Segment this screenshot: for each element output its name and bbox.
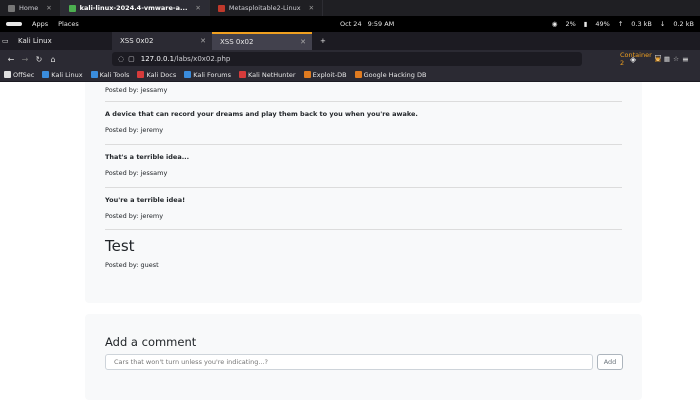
forward-icon[interactable]: → [18, 55, 32, 64]
url-bar[interactable]: ◌ ▢ 127.0.0.1 /labs/x0x02.php Container … [112, 51, 679, 67]
post-author: Posted by: guest [105, 261, 159, 269]
vm-running-icon [68, 4, 76, 12]
offsec-icon [4, 71, 11, 78]
tab-label: XSS 0x02 [120, 37, 154, 45]
reload-icon[interactable]: ↻ [32, 55, 46, 64]
tab-xss-1[interactable]: XSS 0x02 ✕ [112, 32, 212, 50]
bookmark-kali-forums[interactable]: Kali Forums [184, 71, 231, 79]
vm-tab-home[interactable]: Home ✕ [0, 0, 61, 16]
battery-icon: ▮ [583, 20, 588, 28]
panel-apps-menu[interactable]: Apps [32, 20, 48, 28]
cpu-icon: ◉ [551, 20, 558, 28]
net-upload: 0.3 kB [631, 20, 652, 28]
divider [105, 229, 622, 230]
add-comment-button[interactable]: Add [597, 354, 623, 370]
post: Posted by: jessamy [105, 86, 622, 94]
container-badge[interactable]: Container 2 ▣ ▦ ☆ [620, 51, 679, 67]
vm-icon [217, 4, 225, 12]
bookmark-google-hacking-db[interactable]: Google Hacking DB [354, 71, 426, 79]
cpu-usage: 2% [565, 20, 576, 28]
panel-places-menu[interactable]: Places [58, 20, 79, 28]
comment-card: Add a comment Add [85, 314, 642, 400]
bookmark-kali-nethunter[interactable]: Kali NetHunter [239, 71, 296, 79]
divider [105, 144, 622, 145]
post-body: A device that can record your dreams and… [105, 110, 418, 118]
close-icon[interactable]: ✕ [200, 37, 206, 45]
post-author: Posted by: jessamy [105, 86, 168, 94]
close-icon[interactable]: ✕ [309, 4, 314, 12]
nethunter-icon [239, 71, 247, 78]
close-icon[interactable]: ✕ [46, 4, 51, 12]
extensions-grid-icon[interactable]: ▦ [664, 55, 670, 63]
home-icon[interactable]: ⌂ [46, 55, 60, 64]
upload-icon: ↑ [617, 20, 624, 28]
divider [105, 101, 622, 102]
back-icon[interactable]: ← [4, 55, 18, 64]
post-body: That's a terrible idea... [105, 153, 190, 161]
post-author: Posted by: jeremy [105, 126, 164, 134]
url-host: 127.0.0.1 [140, 55, 175, 63]
navigation-bar: ← → ↻ ⌂ ◌ ▢ 127.0.0.1 /labs/x0x02.php Co… [0, 50, 700, 68]
tab-list-icon[interactable]: ▭ [0, 32, 10, 50]
kali-icon [90, 71, 98, 78]
post-author: Posted by: jessamy [105, 169, 168, 177]
close-icon[interactable]: ✕ [195, 4, 200, 12]
tab-label: Kali Linux [18, 37, 52, 45]
menu-icon[interactable]: ≡ [682, 55, 689, 64]
kali-icon [42, 71, 50, 78]
vm-tab-label: Home [19, 4, 39, 12]
post: Test Posted by: guest [105, 237, 622, 269]
post: A device that can record your dreams and… [105, 110, 622, 134]
divider [105, 187, 622, 188]
close-icon[interactable]: ✕ [300, 38, 306, 46]
tab-kali-linux[interactable]: Kali Linux [10, 32, 112, 50]
shield-icon[interactable]: ◌ [118, 55, 124, 63]
download-icon: ↓ [659, 20, 666, 28]
browser-tab-bar: ▭ Kali Linux XSS 0x02 ✕ XSS 0x02 ✕ + [0, 32, 700, 50]
exploit-db-icon [303, 71, 311, 78]
bookmark-offsec[interactable]: OffSec [4, 71, 34, 79]
post-author: Posted by: jeremy [105, 212, 164, 220]
pocket-icon[interactable]: ◈ [630, 55, 636, 64]
post: You're a terrible idea! Posted by: jerem… [105, 196, 622, 220]
page-info-icon[interactable]: ▢ [128, 55, 135, 63]
panel-date: Oct 24 [340, 20, 362, 28]
vm-tab-label: Metasploitable2-Linux [228, 4, 301, 12]
tab-xss-2[interactable]: XSS 0x02 ✕ [212, 32, 312, 50]
kali-icon [184, 71, 192, 78]
vm-tab-metasploitable[interactable]: Metasploitable2-Linux ✕ [210, 0, 324, 16]
post-body: Test [105, 237, 135, 255]
activities-icon[interactable] [6, 22, 22, 26]
battery-level: 49% [595, 20, 610, 28]
page-content: Posted by: jessamy A device that can rec… [0, 82, 700, 412]
bookmarks-bar: OffSec Kali Linux Kali Tools Kali Docs K… [0, 68, 700, 82]
comment-title: Add a comment [105, 335, 197, 349]
desktop-panel: Apps Places Oct 24 9:59 AM ◉ 2% ▮ 49% ↑ … [0, 16, 700, 32]
extension-icon[interactable]: ⛉ [655, 54, 661, 64]
vm-tab-bar: Home ✕ kali-linux-2024.4-vmware-a... ✕ M… [0, 0, 700, 16]
ghdb-icon [354, 71, 362, 78]
panel-time: 9:59 AM [367, 20, 395, 28]
bookmark-star-icon[interactable]: ☆ [673, 55, 679, 63]
posts-card: Posted by: jessamy A device that can rec… [85, 82, 642, 303]
bookmark-kali-linux[interactable]: Kali Linux [42, 71, 83, 79]
bookmark-kali-docs[interactable]: Kali Docs [137, 71, 176, 79]
net-download: 0.2 kB [673, 20, 694, 28]
post: That's a terrible idea... Posted by: jes… [105, 153, 622, 177]
home-icon [8, 4, 15, 12]
comment-input[interactable] [105, 354, 593, 370]
url-path: /labs/x0x02.php [174, 55, 231, 63]
bookmark-kali-tools[interactable]: Kali Tools [90, 71, 129, 79]
new-tab-button[interactable]: + [312, 32, 332, 50]
post-body: You're a terrible idea! [105, 196, 186, 204]
bookmark-exploit-db[interactable]: Exploit-DB [303, 71, 347, 79]
tab-label: XSS 0x02 [220, 38, 254, 46]
docs-icon [137, 71, 145, 78]
vm-tab-kali[interactable]: kali-linux-2024.4-vmware-a... ✕ [60, 0, 210, 16]
panel-clock[interactable]: Oct 24 9:59 AM [340, 16, 394, 32]
vm-tab-label: kali-linux-2024.4-vmware-a... [79, 4, 188, 12]
